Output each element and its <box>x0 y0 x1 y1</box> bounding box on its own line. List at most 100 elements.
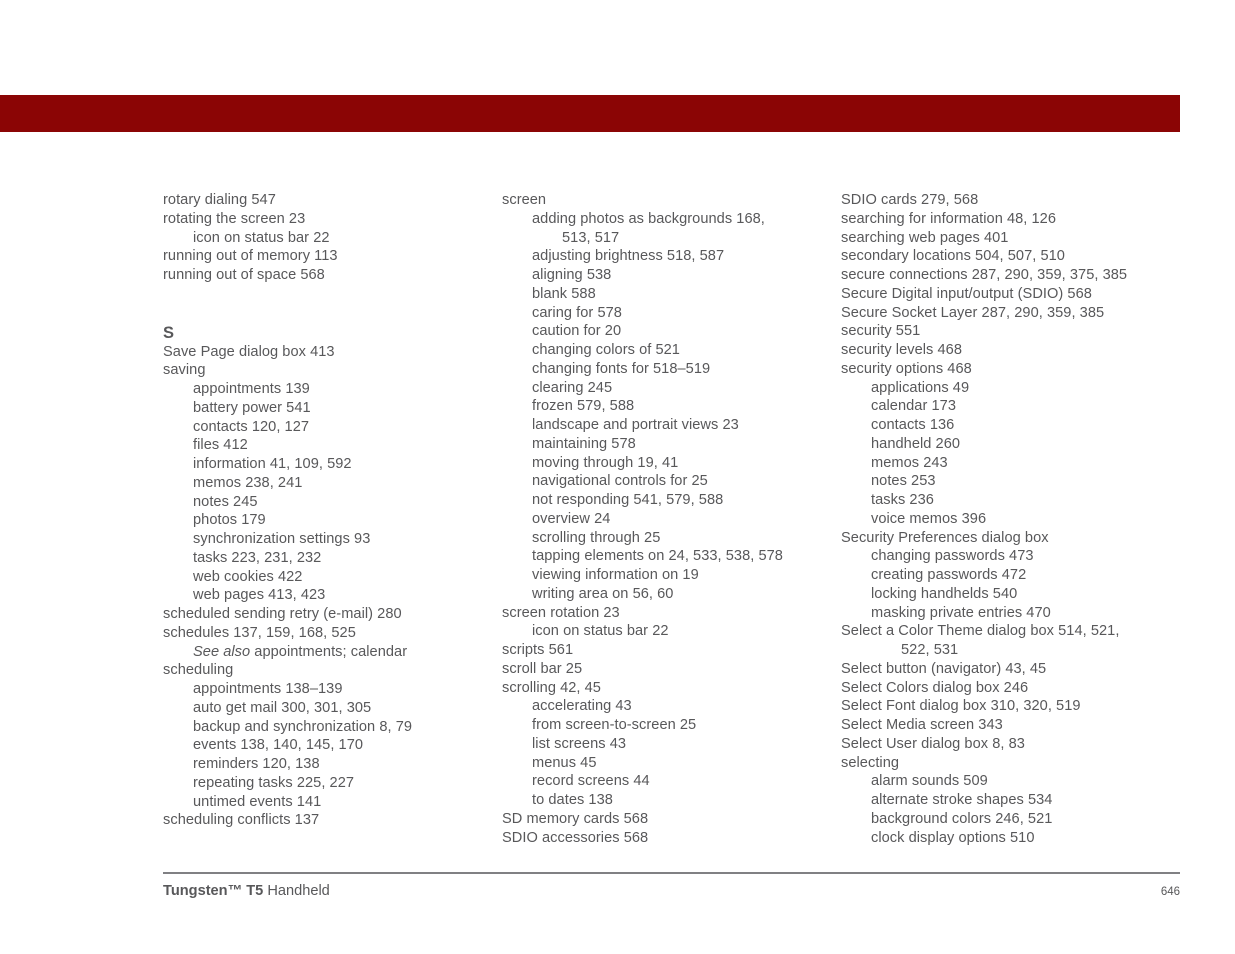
index-entry: Secure Socket Layer 287, 290, 359, 385 <box>841 304 1105 321</box>
footer-product: Handheld <box>263 883 330 899</box>
index-entry: security 551 <box>841 323 921 340</box>
index-column-3: SDIO cards 279, 568 searching for informa… <box>841 191 1180 847</box>
index-entry: voice memos 396 <box>871 510 987 527</box>
footer-brand: Tungsten™ T5 <box>163 883 264 899</box>
index-entry: screen rotation 23 <box>502 604 620 621</box>
index-entry: scheduling <box>163 662 234 679</box>
index-entry: scheduled sending retry (e-mail) 280 <box>163 606 402 622</box>
index-column-2: screen adding photos as backgrounds 168, 5… <box>502 191 841 847</box>
index-entry: from screen-to-screen 25 <box>532 717 697 733</box>
footer-divider <box>163 872 1180 874</box>
index-entry: tasks 223, 231, 232 <box>193 549 322 566</box>
index-entry: maintaining 578 <box>532 435 636 452</box>
index-entry: changing colors of 521 <box>532 342 680 358</box>
index-entry: to dates 138 <box>532 792 613 808</box>
index-entry: See also appointments; calendar <box>163 643 490 662</box>
see-also-targets: appointments; calendar <box>250 643 408 660</box>
index-entry: running out of memory 113 <box>163 248 338 265</box>
index-entry: memos 243 <box>871 454 948 471</box>
index-entry: clearing 245 <box>532 379 613 396</box>
index-entry: icon on status bar 22 <box>532 623 669 640</box>
index-entry: scroll bar 25 <box>502 660 583 677</box>
index-entry: writing area on 56, 60 <box>532 585 674 602</box>
index-entry: battery power 541 <box>193 399 311 416</box>
index-entry: tasks 236 <box>871 492 934 508</box>
index-entry: alarm sounds 509 <box>871 773 988 790</box>
index-entry: running out of space 568 <box>163 267 325 283</box>
index-entry: adjusting brightness 518, 587 <box>532 248 725 265</box>
index-entry: 513, 517 <box>562 229 620 246</box>
index-entry: SDIO cards 279, 568 <box>841 192 979 208</box>
index-entry: viewing information on 19 <box>532 567 699 583</box>
index-columns-container: rotary dialing 547 rotating the screen 23… <box>163 191 1180 847</box>
index-entry: contacts 136 <box>871 417 955 433</box>
index-entry: backup and synchronization 8, 79 <box>193 718 413 735</box>
index-entry: notes 253 <box>871 473 936 490</box>
index-entry: caution for 20 <box>532 323 622 340</box>
index-entry: rotary dialing 547 <box>163 192 276 208</box>
index-entry: appointments 138–139 <box>193 681 343 697</box>
index-entry: Select User dialog box 8, 83 <box>841 735 1025 752</box>
index-entry: reminders 120, 138 <box>193 756 320 772</box>
index-entry: searching for information 48, 126 <box>841 210 1057 227</box>
page-footer: Tungsten™ T5 Handheld 646 <box>163 872 1180 899</box>
index-entry: saving <box>163 362 206 379</box>
index-entry: overview 24 <box>532 510 611 527</box>
index-entry: scripts 561 <box>502 642 574 658</box>
index-entry: SD memory cards 568 <box>502 810 649 827</box>
index-entry: Select Font dialog box 310, 320, 519 <box>841 698 1081 715</box>
index-entry: memos 238, 241 <box>193 474 303 491</box>
index-entry: repeating tasks 225, 227 <box>193 774 355 791</box>
index-entry: background colors 246, 521 <box>871 810 1053 827</box>
index-entry: caring for 578 <box>532 304 622 321</box>
index-entry: untimed events 141 <box>193 793 322 810</box>
index-entry: not responding 541, 579, 588 <box>532 492 724 508</box>
index-entry: locking handhelds 540 <box>871 585 1018 602</box>
index-entry: 522, 531 <box>901 642 959 658</box>
index-entry: scrolling through 25 <box>532 529 661 546</box>
index-entry: information 41, 109, 592 <box>193 456 352 472</box>
index-entry: photos 179 <box>193 512 266 529</box>
index-entry: handheld 260 <box>871 435 961 452</box>
index-entry: contacts 120, 127 <box>193 418 310 435</box>
index-entry: menus 45 <box>532 754 597 771</box>
index-entry: landscape and portrait views 23 <box>532 417 739 433</box>
index-entry: appointments 139 <box>193 381 310 397</box>
index-entry: alternate stroke shapes 534 <box>871 792 1053 808</box>
index-entry: calendar 173 <box>871 398 956 415</box>
index-entry: security levels 468 <box>841 342 962 358</box>
footer-page-number: 646 <box>1160 886 1180 898</box>
entry-spacer <box>163 285 490 304</box>
index-entry: Security Preferences dialog box <box>841 529 1049 546</box>
index-entry: Select Media screen 343 <box>841 717 1003 733</box>
index-entry: Select a Color Theme dialog box 514, 521… <box>841 623 1120 640</box>
see-also-label: See also <box>193 643 251 660</box>
index-entry: synchronization settings 93 <box>193 531 371 547</box>
index-entry: security options 468 <box>841 360 972 377</box>
index-entry: changing passwords 473 <box>871 548 1034 565</box>
index-entry: creating passwords 472 <box>871 567 1027 583</box>
index-entry: Select button (navigator) 43, 45 <box>841 660 1047 677</box>
index-entry: Secure Digital input/output (SDIO) 568 <box>841 285 1092 302</box>
index-entry: notes 245 <box>193 493 258 510</box>
index-entry: web cookies 422 <box>193 568 303 585</box>
header-decorative-band <box>0 95 1180 132</box>
index-entry: secure connections 287, 290, 359, 375, 3… <box>841 267 1128 283</box>
index-entry: Save Page dialog box 413 <box>163 343 335 360</box>
index-entry: adding photos as backgrounds 168, <box>532 210 765 227</box>
index-entry: files 412 <box>193 437 248 454</box>
index-entry: record screens 44 <box>532 773 650 790</box>
index-entry: blank 588 <box>532 285 596 302</box>
index-entry: scheduling conflicts 137 <box>163 812 320 829</box>
index-entry: screen <box>502 192 547 208</box>
footer-product-label: Tungsten™ T5 Handheld <box>163 883 330 899</box>
index-entry: tapping elements on 24, 533, 538, 578 <box>532 548 783 565</box>
index-entry: moving through 19, 41 <box>532 454 679 471</box>
index-entry: selecting <box>841 754 900 771</box>
index-entry: scrolling 42, 45 <box>502 679 601 696</box>
index-entry: masking private entries 470 <box>871 604 1051 621</box>
index-entry: events 138, 140, 145, 170 <box>193 737 364 754</box>
index-entry: frozen 579, 588 <box>532 398 635 415</box>
index-entry: icon on status bar 22 <box>193 229 330 246</box>
index-entry: aligning 538 <box>532 267 612 283</box>
